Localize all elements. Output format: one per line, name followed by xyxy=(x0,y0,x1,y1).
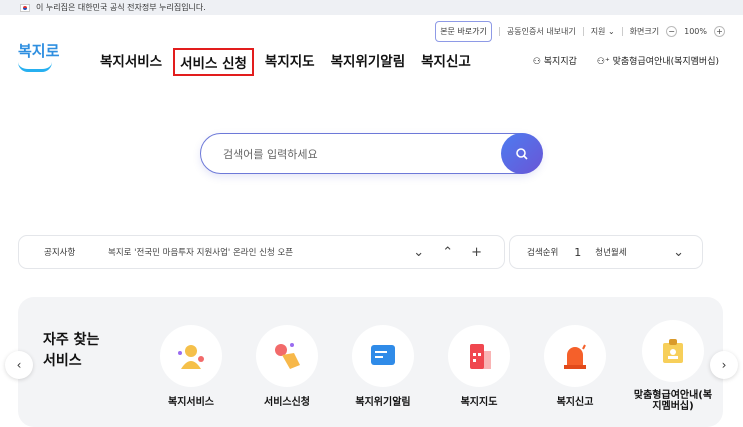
favorites-title-line1: 자주 찾는 xyxy=(43,332,100,348)
logo-smile-icon xyxy=(18,62,52,72)
chevron-down-icon: ⌄ xyxy=(607,27,615,36)
service-application[interactable]: 서비스신청 xyxy=(247,325,327,408)
chevron-left-icon: ‹ xyxy=(16,358,22,372)
person-icon xyxy=(160,325,222,387)
service-label: 복지위기알림 xyxy=(355,397,411,408)
zoom-value: 100% xyxy=(684,27,707,36)
service-welfare[interactable]: 복지서비스 xyxy=(151,325,231,408)
service-label: 복지서비스 xyxy=(168,397,214,408)
user-plus-icon: ⚇⁺ xyxy=(596,57,610,67)
nav-crisis-alert[interactable]: 복지위기알림 xyxy=(326,48,411,76)
plus-icon[interactable]: + xyxy=(471,245,482,260)
rank-number: 1 xyxy=(574,245,582,259)
skip-to-content-button[interactable]: 본문 바로가기 xyxy=(435,21,492,42)
carousel-prev-button[interactable]: ‹ xyxy=(5,351,33,379)
divider xyxy=(498,27,500,36)
chevron-right-icon: › xyxy=(721,358,727,372)
chevron-down-icon[interactable]: ⌄ xyxy=(413,245,424,260)
divider xyxy=(621,27,623,36)
nav-welfare-report[interactable]: 복지신고 xyxy=(416,48,476,76)
carousel-next-button[interactable]: › xyxy=(710,351,738,379)
message-icon xyxy=(352,325,414,387)
utility-bar: 본문 바로가기 공동인증서 내보내기 지원 ⌄ 화면크기 − 100% + xyxy=(435,21,725,42)
korea-flag-icon xyxy=(20,3,30,12)
support-label: 지원 xyxy=(590,27,606,36)
hand-tap-icon xyxy=(256,325,318,387)
search-icon xyxy=(516,147,528,160)
search-input[interactable]: 검색어를 입력하세요 xyxy=(200,133,542,174)
membership-link[interactable]: ⚇⁺ 맞춤형급여안내(복지멤버십) xyxy=(597,54,719,67)
service-label: 복지지도 xyxy=(460,397,498,408)
building-icon xyxy=(448,325,510,387)
zoom-label: 화면크기 xyxy=(629,27,660,36)
nav-service-application[interactable]: 서비스 신청 xyxy=(173,48,254,76)
favorites-title: 자주 찾는 서비스 xyxy=(43,330,99,372)
right-nav: ⚇ 복지지갑 ⚇⁺ 맞춤형급여안내(복지멤버십) xyxy=(533,54,719,67)
notice-text[interactable]: 복지로 '전국민 마음투자 지원사업' 온라인 신청 오픈 xyxy=(108,246,395,258)
favorites-title-line2: 서비스 xyxy=(43,353,82,369)
user-icon: ⚇ xyxy=(532,57,541,67)
membership-label: 맞춤형급여안내(복지멤버십) xyxy=(612,57,719,67)
chevron-down-icon[interactable]: ⌄ xyxy=(673,245,684,260)
zoom-out-button[interactable]: − xyxy=(666,26,678,37)
nav-welfare-map[interactable]: 복지지도 xyxy=(260,48,320,76)
chevron-up-icon[interactable]: ⌃ xyxy=(442,245,453,260)
notice-bar: 공지사항 복지로 '전국민 마음투자 지원사업' 온라인 신청 오픈 ⌄ ⌃ + xyxy=(18,235,505,269)
divider xyxy=(582,27,584,36)
service-crisis-alert[interactable]: 복지위기알림 xyxy=(343,325,423,408)
rank-label: 검색순위 xyxy=(527,248,559,258)
search-button[interactable] xyxy=(501,133,543,174)
service-membership[interactable]: 맞춤형급여안내(복지멤버십) xyxy=(633,320,713,412)
wallet-label: 복지지갑 xyxy=(543,57,577,67)
search-placeholder: 검색어를 입력하세요 xyxy=(223,147,318,161)
service-label: 서비스신청 xyxy=(264,397,310,408)
zoom-in-button[interactable]: + xyxy=(714,26,725,37)
id-card-icon xyxy=(642,320,704,382)
siren-icon xyxy=(544,325,606,387)
main-nav: 복지서비스 서비스 신청 복지지도 복지위기알림 복지신고 xyxy=(95,48,482,76)
service-welfare-report[interactable]: 복지신고 xyxy=(535,325,615,408)
service-label: 맞춤형급여안내(복지멤버십) xyxy=(633,390,713,412)
logo-text: 복지로 xyxy=(18,42,60,60)
support-dropdown[interactable]: 지원 ⌄ xyxy=(591,26,615,37)
notice-label: 공지사항 xyxy=(44,248,76,258)
gov-banner: 이 누리집은 대한민국 공식 전자정부 누리집입니다. xyxy=(0,0,743,15)
nav-welfare-services[interactable]: 복지서비스 xyxy=(95,48,167,76)
service-welfare-map[interactable]: 복지지도 xyxy=(439,325,519,408)
cert-export-link[interactable]: 공동인증서 내보내기 xyxy=(507,26,576,37)
wallet-link[interactable]: ⚇ 복지지갑 xyxy=(533,54,577,67)
search-rank: 검색순위 1 청년월세 ⌄ xyxy=(509,235,703,269)
gov-banner-text: 이 누리집은 대한민국 공식 전자정부 누리집입니다. xyxy=(36,3,206,12)
service-label: 복지신고 xyxy=(556,397,594,408)
rank-term[interactable]: 청년월세 xyxy=(595,246,655,258)
logo[interactable]: 복지로 xyxy=(18,40,60,72)
